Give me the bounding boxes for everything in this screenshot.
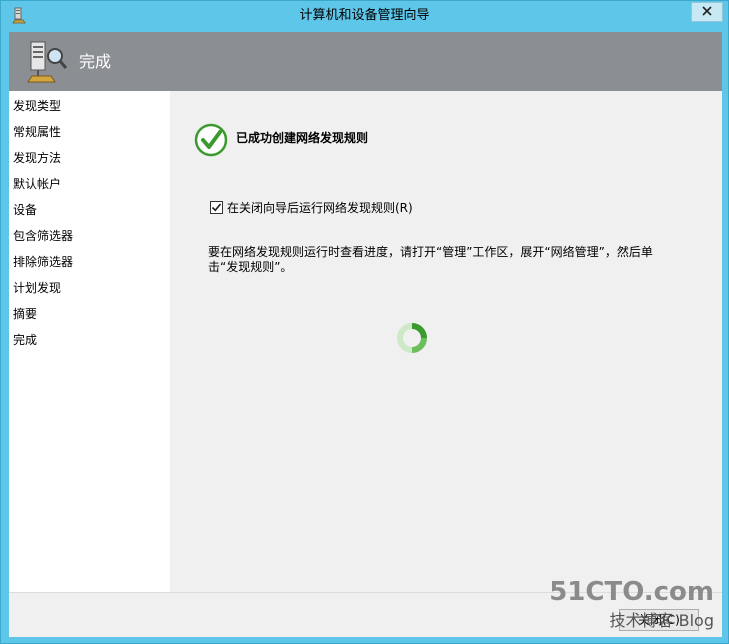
step-general-properties[interactable]: 常规属性 xyxy=(9,121,170,147)
run-rule-checkbox-row[interactable]: 在关闭向导后运行网络发现规则(R) xyxy=(210,199,413,216)
loading-spinner-icon xyxy=(396,322,428,354)
step-summary[interactable]: 摘要 xyxy=(9,303,170,329)
window-title: 计算机和设备管理向导 xyxy=(299,8,430,23)
step-devices[interactable]: 设备 xyxy=(9,199,170,225)
step-discovery-type[interactable]: 发现类型 xyxy=(9,95,170,121)
step-default-account[interactable]: 默认帐户 xyxy=(9,173,170,199)
progress-instructions: 要在网络发现规则运行时查看进度，请打开“管理”工作区，展开“网络管理”，然后单击… xyxy=(208,245,653,274)
step-discovery-method[interactable]: 发现方法 xyxy=(9,147,170,173)
wizard-step-list: 发现类型 常规属性 发现方法 默认帐户 设备 包含筛选器 排除筛选器 计划发现 … xyxy=(9,91,170,592)
run-rule-checkbox[interactable] xyxy=(210,201,223,214)
checkmark-icon xyxy=(211,203,222,212)
step-include-filter[interactable]: 包含筛选器 xyxy=(9,225,170,251)
step-exclude-filter[interactable]: 排除筛选器 xyxy=(9,251,170,277)
page-title: 完成 xyxy=(79,52,112,71)
wizard-content: 已成功创建网络发现规则 在关闭向导后运行网络发现规则(R) 要在网络发现规则运行… xyxy=(170,91,722,592)
watermark-sub: 技术博客 Blog xyxy=(609,611,714,630)
watermark-main: 51CTO.com xyxy=(549,577,714,607)
close-button[interactable] xyxy=(691,2,723,22)
success-message: 已成功创建网络发现规则 xyxy=(236,131,369,145)
wizard-header: 完成 xyxy=(9,32,722,91)
run-rule-checkbox-label[interactable]: 在关闭向导后运行网络发现规则(R) xyxy=(227,199,413,216)
title-bar[interactable]: 计算机和设备管理向导 xyxy=(1,1,728,31)
close-icon xyxy=(702,5,712,19)
success-check-icon xyxy=(194,123,228,157)
step-schedule-discovery[interactable]: 计划发现 xyxy=(9,277,170,303)
watermark: 51CTO.com 技术博客 Blog xyxy=(549,577,714,631)
step-completion[interactable]: 完成 xyxy=(9,329,170,355)
wizard-header-icon xyxy=(25,40,69,84)
wizard-window: 计算机和设备管理向导 完成 发现类型 常规属性 发现方法 默认帐户 设备 包含筛… xyxy=(0,0,729,644)
